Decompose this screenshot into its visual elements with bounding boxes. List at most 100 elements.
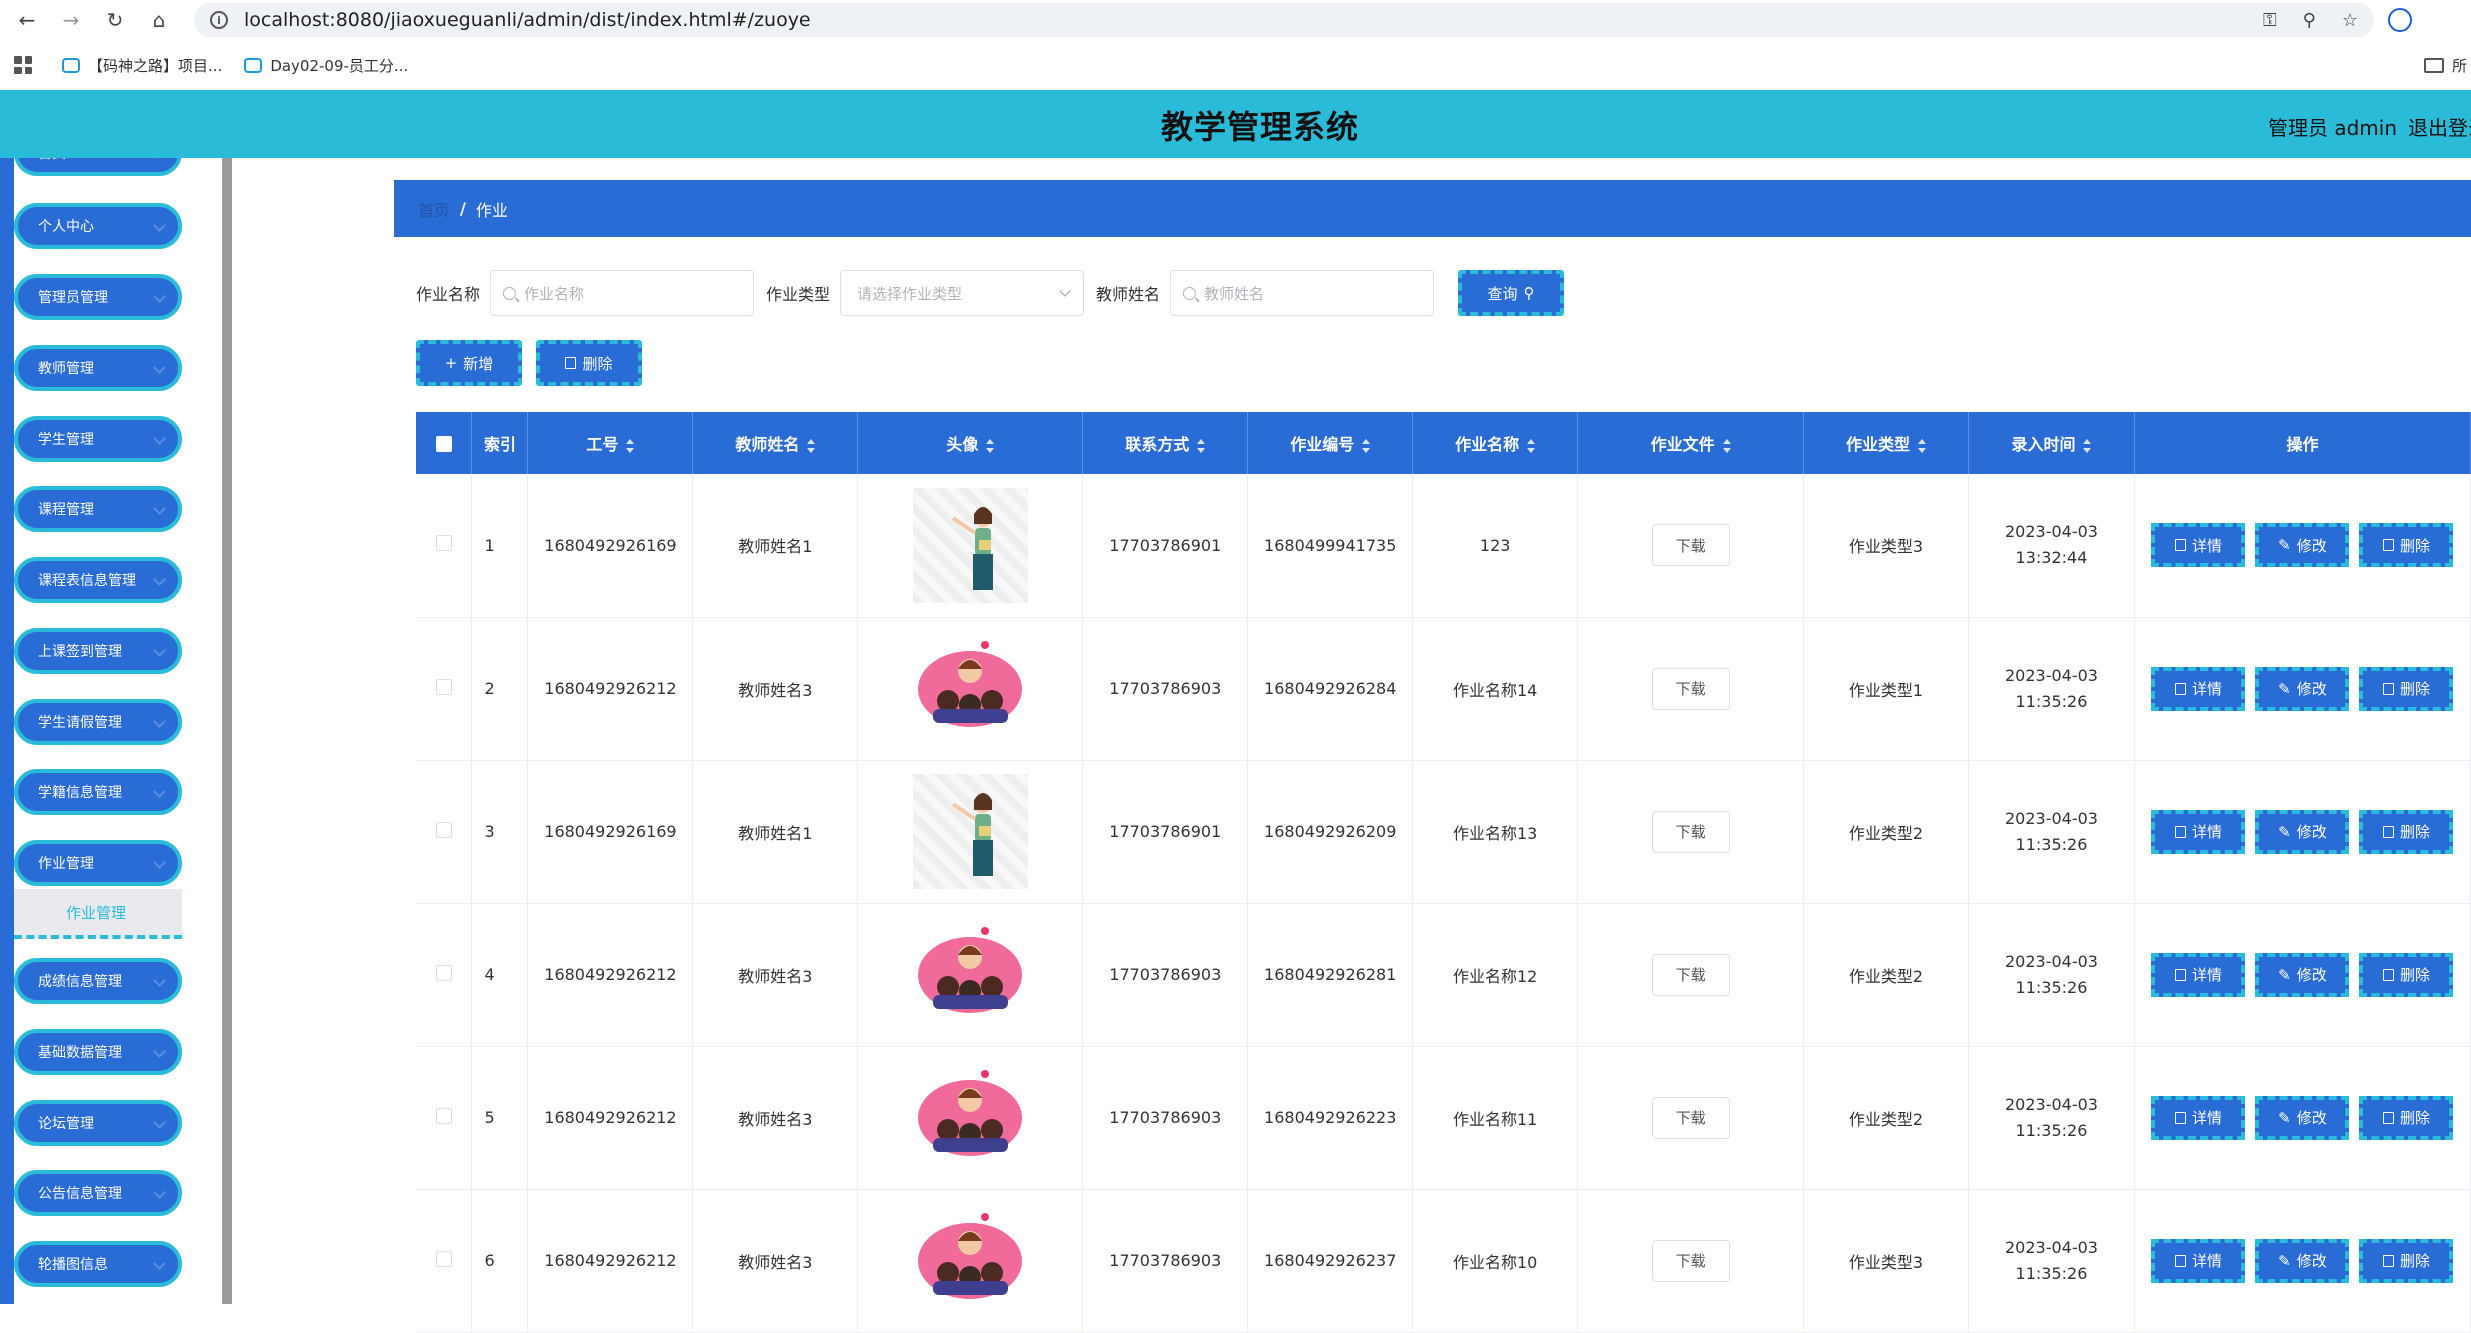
col-job-no[interactable]: 工号 (527, 412, 694, 474)
avatar[interactable] (913, 631, 1028, 746)
delete-button[interactable]: 删除 (2359, 809, 2454, 854)
row-select[interactable] (416, 903, 473, 1047)
sort-icon[interactable] (1722, 438, 1731, 453)
logout-link[interactable]: 退出登录 (2408, 112, 2471, 141)
bookmark-star-icon[interactable]: ☆ (2342, 10, 2358, 31)
back-icon[interactable]: ← (10, 3, 44, 37)
detail-button[interactable]: 详情 (2151, 1238, 2246, 1283)
sidebar-item-enrollment[interactable]: 学籍信息管理 (14, 769, 182, 815)
delete-button[interactable]: 删除 (2359, 952, 2454, 997)
sort-icon[interactable] (1362, 438, 1371, 453)
sort-icon[interactable] (807, 438, 816, 453)
address-bar[interactable]: i localhost:8080/jiaoxueguanli/admin/dis… (194, 3, 2374, 37)
batch-delete-button[interactable]: 删除 (536, 340, 642, 386)
site-info-icon[interactable]: i (210, 11, 228, 29)
sidebar-item-students[interactable]: 学生管理 (14, 416, 182, 462)
sidebar-item-notices[interactable]: 公告信息管理 (14, 1170, 182, 1216)
checkbox-icon[interactable] (435, 1107, 452, 1124)
bookmark-item[interactable]: Day02-09-员工分... (244, 55, 408, 76)
download-button[interactable]: 下载 (1651, 667, 1730, 710)
sort-icon[interactable] (986, 438, 995, 453)
row-select[interactable] (416, 760, 473, 904)
sidebar-item-forum[interactable]: 论坛管理 (14, 1100, 182, 1146)
sidebar-item-grades[interactable]: 成绩信息管理 (14, 958, 182, 1004)
delete-button[interactable]: 删除 (2359, 523, 2454, 568)
delete-button[interactable]: 删除 (2359, 1095, 2454, 1140)
checkbox-icon[interactable] (435, 535, 452, 552)
bookmark-item[interactable]: 【码神之路】项目... (62, 55, 222, 76)
teacher-name-input[interactable]: 教师姓名 (1170, 270, 1435, 316)
add-button[interactable]: + 新增 (416, 340, 522, 386)
edit-button[interactable]: ✎ 修改 (2255, 1238, 2350, 1283)
download-button[interactable]: 下载 (1651, 810, 1730, 853)
col-teacher[interactable]: 教师姓名 (692, 412, 859, 474)
avatar[interactable] (912, 487, 1028, 603)
col-hw-type[interactable]: 作业类型 (1803, 412, 1969, 474)
detail-button[interactable]: 详情 (2151, 1095, 2246, 1140)
sidebar-item-admins[interactable]: 管理员管理 (14, 274, 182, 320)
sidebar-scrollbar[interactable] (222, 158, 232, 1304)
sidebar-item-carousel[interactable]: 轮播图信息 (14, 1241, 182, 1287)
sidebar-item-attendance[interactable]: 上课签到管理 (14, 628, 182, 674)
sort-icon[interactable] (1918, 438, 1927, 453)
checkbox-icon[interactable] (435, 964, 452, 981)
select-all[interactable] (416, 412, 473, 474)
zoom-icon[interactable]: ⚲ (2303, 10, 2316, 31)
delete-button[interactable]: 删除 (2359, 1238, 2454, 1283)
sidebar-item-home[interactable]: 首页 (14, 158, 182, 176)
sidebar-item-homework[interactable]: 作业管理 (14, 840, 182, 886)
checkbox-icon[interactable] (435, 678, 452, 695)
avatar[interactable] (913, 917, 1028, 1032)
avatar[interactable] (912, 774, 1028, 889)
download-button[interactable]: 下载 (1651, 524, 1730, 567)
detail-button[interactable]: 详情 (2151, 523, 2246, 568)
edit-button[interactable]: ✎ 修改 (2255, 666, 2350, 711)
sort-icon[interactable] (1197, 438, 1206, 453)
col-hw-name[interactable]: 作业名称 (1412, 412, 1579, 474)
sidebar-subitem-homework[interactable]: 作业管理 (14, 889, 182, 939)
row-select[interactable] (416, 617, 473, 761)
download-button[interactable]: 下载 (1651, 1239, 1730, 1282)
hw-type-select[interactable]: 请选择作业类型 (840, 270, 1085, 316)
sort-icon[interactable] (1527, 438, 1536, 453)
col-hw-file[interactable]: 作业文件 (1577, 412, 1805, 474)
row-select[interactable] (416, 474, 473, 618)
sort-icon[interactable] (626, 438, 635, 453)
hw-name-input[interactable]: 作业名称 (490, 270, 755, 316)
checkbox-icon[interactable] (435, 1250, 452, 1267)
download-button[interactable]: 下载 (1651, 1096, 1730, 1139)
edit-button[interactable]: ✎ 修改 (2255, 523, 2350, 568)
edit-button[interactable]: ✎ 修改 (2255, 1095, 2350, 1140)
password-key-icon[interactable]: ⚿ (2263, 10, 2277, 31)
edit-button[interactable]: ✎ 修改 (2255, 952, 2350, 997)
sidebar-item-schedule[interactable]: 课程表信息管理 (14, 557, 182, 603)
col-phone[interactable]: 联系方式 (1082, 412, 1249, 474)
sidebar-item-teachers[interactable]: 教师管理 (14, 345, 182, 391)
reload-icon[interactable]: ↻ (98, 3, 132, 37)
col-hw-no[interactable]: 作业编号 (1247, 412, 1414, 474)
sidebar-item-leave[interactable]: 学生请假管理 (14, 699, 182, 745)
checkbox-icon[interactable] (435, 821, 452, 838)
sidebar-item-courses[interactable]: 课程管理 (14, 486, 182, 532)
home-icon[interactable]: ⌂ (142, 3, 176, 37)
avatar[interactable] (913, 1060, 1028, 1175)
sort-icon[interactable] (2083, 438, 2092, 453)
col-time[interactable]: 录入时间 (1968, 412, 2135, 474)
apps-grid-icon[interactable] (14, 56, 32, 74)
profile-icon[interactable] (2388, 8, 2412, 32)
checkbox-icon[interactable] (435, 436, 452, 452)
detail-button[interactable]: 详情 (2151, 666, 2246, 711)
row-select[interactable] (416, 1189, 473, 1333)
forward-icon[interactable]: → (54, 3, 88, 37)
sidebar-item-profile[interactable]: 个人中心 (14, 203, 182, 249)
col-avatar[interactable]: 头像 (857, 412, 1084, 474)
all-bookmarks[interactable]: 所 (2423, 55, 2471, 76)
query-button[interactable]: 查询 ⚲ (1458, 270, 1565, 316)
edit-button[interactable]: ✎ 修改 (2255, 809, 2350, 854)
row-select[interactable] (416, 1046, 473, 1190)
detail-button[interactable]: 详情 (2151, 809, 2246, 854)
avatar[interactable] (913, 1203, 1028, 1318)
detail-button[interactable]: 详情 (2151, 952, 2246, 997)
sidebar-item-basedata[interactable]: 基础数据管理 (14, 1029, 182, 1075)
breadcrumb-home[interactable]: 首页 (418, 197, 450, 221)
